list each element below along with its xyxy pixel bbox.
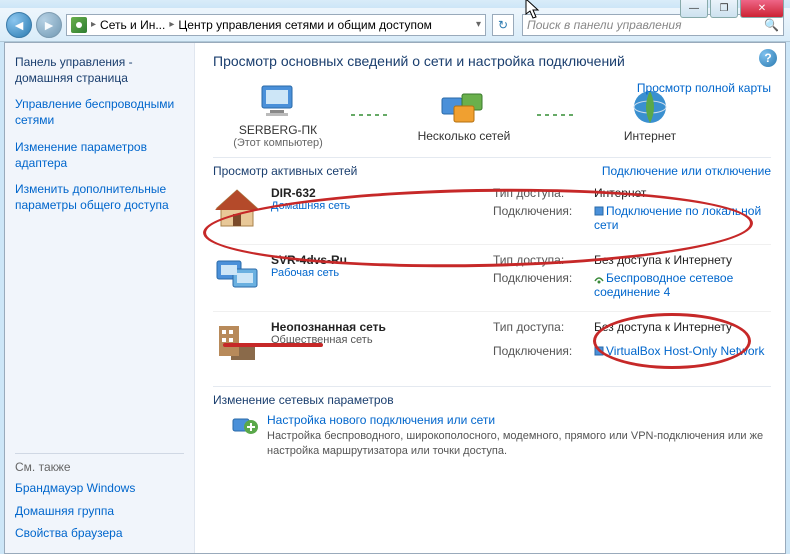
- pc-name-label: SERBERG-ПК: [239, 123, 317, 137]
- access-type-label: Тип доступа:: [493, 186, 588, 200]
- sidebar: Панель управления - домашняя страница Уп…: [5, 43, 195, 553]
- network-name: SVR-4dvs-Ru: [271, 253, 347, 267]
- network-type-label: Общественная сеть: [271, 334, 386, 346]
- breadcrumb-item[interactable]: Центр управления сетями и общим доступом: [178, 18, 432, 32]
- connections-label: Подключения:: [493, 204, 588, 232]
- divider: [15, 453, 184, 454]
- access-type-label: Тип доступа:: [493, 253, 588, 267]
- network-type-link[interactable]: Домашняя сеть: [271, 200, 350, 212]
- main-panel: ? Просмотр основных сведений о сети и на…: [195, 43, 785, 553]
- page-title: Просмотр основных сведений о сети и наст…: [213, 53, 771, 69]
- ethernet-icon: [594, 205, 604, 217]
- toolbar: ◄ ► ▸ Сеть и Ин... ▸ Центр управления се…: [0, 8, 790, 42]
- multiple-networks-icon: [440, 87, 488, 127]
- sidebar-link-sharing[interactable]: Изменить дополнительные параметры общего…: [15, 181, 184, 213]
- connections-label: Подключения:: [493, 344, 588, 364]
- close-button[interactable]: ✕: [740, 0, 784, 18]
- network-name: DIR-632: [271, 186, 350, 200]
- breadcrumb-item[interactable]: Сеть и Ин...: [100, 18, 165, 32]
- sidebar-link-browser[interactable]: Свойства браузера: [15, 525, 184, 541]
- connection-line-icon: [537, 114, 577, 116]
- wifi-icon: [594, 272, 604, 284]
- connection-link[interactable]: Беспроводное сетевое соединение 4: [594, 271, 771, 299]
- network-name: Неопознанная сеть: [271, 320, 386, 334]
- connection-line-icon: [351, 114, 391, 116]
- active-networks-label: Просмотр активных сетей: [213, 164, 357, 178]
- access-type-value: Без доступа к Интернету: [594, 320, 771, 340]
- forward-button[interactable]: ►: [36, 12, 62, 38]
- connection-link[interactable]: Подключение по локальной сети: [594, 204, 771, 232]
- network-overview: Просмотр полной карты SERBERG-ПК (Этот к…: [213, 81, 771, 149]
- sidebar-link-wireless[interactable]: Управление беспроводными сетями: [15, 96, 184, 128]
- chevron-right-icon: ▸: [91, 19, 96, 30]
- new-connection-desc: Настройка беспроводного, широкополосного…: [267, 429, 771, 458]
- home-network-icon: [213, 186, 261, 230]
- sidebar-heading[interactable]: Панель управления - домашняя страница: [15, 55, 184, 86]
- connection-link[interactable]: VirtualBox Host-Only Network: [594, 344, 771, 364]
- access-type-label: Тип доступа:: [493, 320, 588, 340]
- work-network-icon: [213, 253, 261, 297]
- refresh-button[interactable]: ↻: [492, 14, 514, 36]
- sidebar-link-homegroup[interactable]: Домашняя группа: [15, 503, 184, 519]
- view-full-map-link[interactable]: Просмотр полной карты: [637, 81, 771, 95]
- network-type-link[interactable]: Рабочая сеть: [271, 267, 347, 279]
- sidebar-link-adapter[interactable]: Изменение параметров адаптера: [15, 139, 184, 171]
- breadcrumb[interactable]: ▸ Сеть и Ин... ▸ Центр управления сетями…: [66, 14, 486, 36]
- back-button[interactable]: ◄: [6, 12, 32, 38]
- connections-label: Подключения:: [493, 271, 588, 299]
- maximize-button[interactable]: ❐: [710, 0, 738, 18]
- search-icon: 🔍: [764, 18, 779, 32]
- search-placeholder: Поиск в панели управления: [527, 18, 682, 32]
- see-also-label: См. также: [15, 460, 184, 474]
- help-icon[interactable]: ?: [759, 49, 777, 67]
- computer-icon: [254, 81, 302, 121]
- connect-disconnect-link[interactable]: Подключение или отключение: [602, 164, 771, 178]
- chevron-down-icon[interactable]: ▾: [476, 19, 481, 30]
- internet-label: Интернет: [624, 129, 676, 143]
- network-block: Неопознанная сеть Общественная сеть Тип …: [213, 312, 771, 376]
- access-type-value: Без доступа к Интернету: [594, 253, 771, 267]
- new-connection-link[interactable]: Настройка нового подключения или сети: [267, 413, 771, 427]
- new-connection-icon: [231, 413, 259, 437]
- pc-sub-label: (Этот компьютер): [233, 137, 323, 149]
- control-panel-icon: [71, 17, 87, 33]
- minimize-button[interactable]: —: [680, 0, 708, 18]
- network-block: SVR-4dvs-Ru Рабочая сеть Тип доступа: Бе…: [213, 245, 771, 312]
- change-settings-heading: Изменение сетевых параметров: [213, 393, 771, 407]
- chevron-right-icon: ▸: [169, 19, 174, 30]
- access-type-value: Интернет: [594, 186, 771, 200]
- network-block: DIR-632 Домашняя сеть Тип доступа: Интер…: [213, 178, 771, 245]
- sidebar-link-firewall[interactable]: Брандмауэр Windows: [15, 480, 184, 496]
- ethernet-icon: [594, 345, 604, 357]
- titlebar: — ❐ ✕: [0, 0, 790, 8]
- multi-net-label: Несколько сетей: [418, 129, 511, 143]
- public-network-icon: [213, 320, 261, 364]
